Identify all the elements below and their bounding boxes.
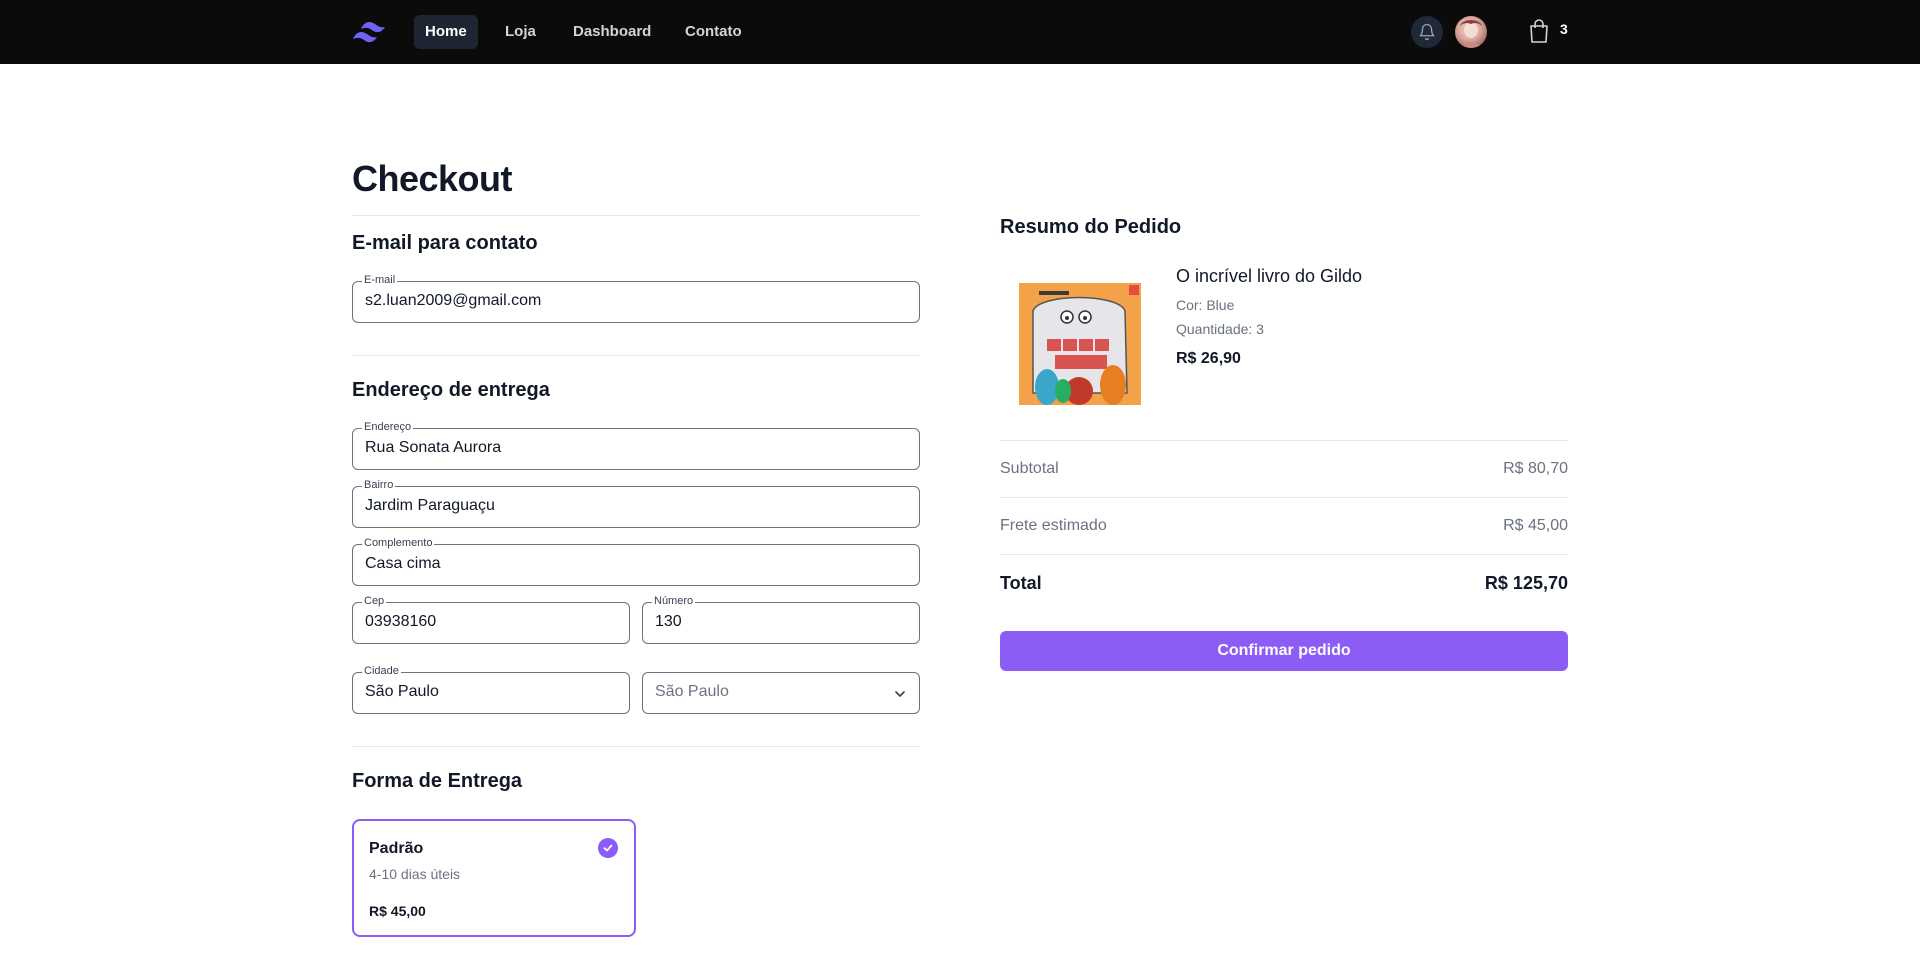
- confirm-order-button[interactable]: Confirmar pedido: [1000, 631, 1568, 671]
- subtotal-value: R$ 80,70: [1503, 460, 1568, 477]
- shipping-option-price: R$ 45,00: [369, 903, 426, 919]
- bairro-value: Jardim Paraguaçu: [365, 497, 495, 514]
- user-avatar[interactable]: [1455, 16, 1487, 48]
- shopping-bag-icon[interactable]: [1527, 18, 1551, 44]
- nav-contato[interactable]: Contato: [674, 15, 753, 49]
- total-label: Total: [1000, 573, 1042, 593]
- complemento-value: Casa cima: [365, 555, 441, 572]
- product-quantity: Quantidade: 3: [1176, 321, 1264, 337]
- shipping-estimate-label: Frete estimado: [1000, 517, 1107, 534]
- endereco-value: Rua Sonata Aurora: [365, 439, 502, 456]
- numero-value: 130: [655, 613, 682, 630]
- book-cover-illustration: [1019, 283, 1141, 405]
- product-name[interactable]: O incrível livro do Gildo: [1176, 266, 1362, 287]
- divider: [352, 215, 920, 216]
- shipping-option-time: 4-10 dias úteis: [369, 866, 461, 882]
- chevron-down-icon: [895, 691, 905, 697]
- cep-value: 03938160: [365, 613, 437, 630]
- endereco-field[interactable]: Endereço Rua Sonata Aurora: [352, 420, 920, 470]
- bell-icon: [1419, 23, 1435, 41]
- contact-section-title: E-mail para contato: [352, 232, 538, 254]
- bairro-label: Bairro: [362, 478, 396, 492]
- shipping-option-name: Padrão: [369, 840, 424, 857]
- summary-divider: [1000, 440, 1568, 441]
- summary-divider: [1000, 554, 1568, 555]
- shipping-option-padrao[interactable]: Padrão 4-10 dias úteis R$ 45,00: [352, 819, 636, 937]
- divider: [352, 355, 920, 356]
- cidade-label: Cidade: [362, 664, 401, 678]
- top-navbar: Home Loja Dashboard Contato 3: [0, 0, 1920, 64]
- total-value: R$ 125,70: [1484, 573, 1568, 593]
- summary-divider: [1000, 497, 1568, 498]
- estado-select[interactable]: São Paulo: [642, 672, 920, 714]
- divider: [352, 746, 920, 747]
- numero-label: Número: [652, 594, 696, 608]
- nav-home[interactable]: Home: [414, 15, 478, 49]
- cidade-field[interactable]: Cidade São Paulo: [352, 664, 630, 714]
- estado-value: São Paulo: [655, 683, 729, 700]
- summary-title: Resumo do Pedido: [1000, 216, 1182, 238]
- bairro-field[interactable]: Bairro Jardim Paraguaçu: [352, 478, 920, 528]
- cart-count-badge: 3: [1560, 21, 1568, 37]
- shipping-estimate-value: R$ 45,00: [1503, 517, 1568, 534]
- avatar-image: [1460, 20, 1482, 48]
- nav-dashboard[interactable]: Dashboard: [562, 15, 662, 49]
- numero-field[interactable]: Número 130: [642, 594, 920, 644]
- page-title: Checkout: [352, 158, 513, 199]
- email-label: E-mail: [362, 273, 398, 287]
- shipping-section-title: Forma de Entrega: [352, 770, 523, 792]
- complemento-field[interactable]: Complemento Casa cima: [352, 536, 920, 586]
- product-price: R$ 26,90: [1176, 350, 1241, 367]
- notifications-button[interactable]: [1411, 16, 1443, 48]
- address-section-title: Endereço de entrega: [352, 379, 550, 401]
- logo-icon[interactable]: [350, 18, 392, 46]
- endereco-label: Endereço: [362, 420, 414, 434]
- email-value: s2.luan2009@gmail.com: [365, 292, 542, 309]
- product-color: Cor: Blue: [1176, 297, 1235, 313]
- check-circle-icon: [598, 838, 618, 858]
- complemento-label: Complemento: [362, 536, 435, 550]
- product-image: [1019, 283, 1141, 405]
- nav-loja[interactable]: Loja: [494, 15, 547, 49]
- email-field[interactable]: E-mail s2.luan2009@gmail.com: [352, 273, 920, 323]
- cep-label: Cep: [362, 594, 387, 608]
- subtotal-label: Subtotal: [1000, 460, 1059, 477]
- cidade-value: São Paulo: [365, 683, 439, 700]
- cep-field[interactable]: Cep 03938160: [352, 594, 630, 644]
